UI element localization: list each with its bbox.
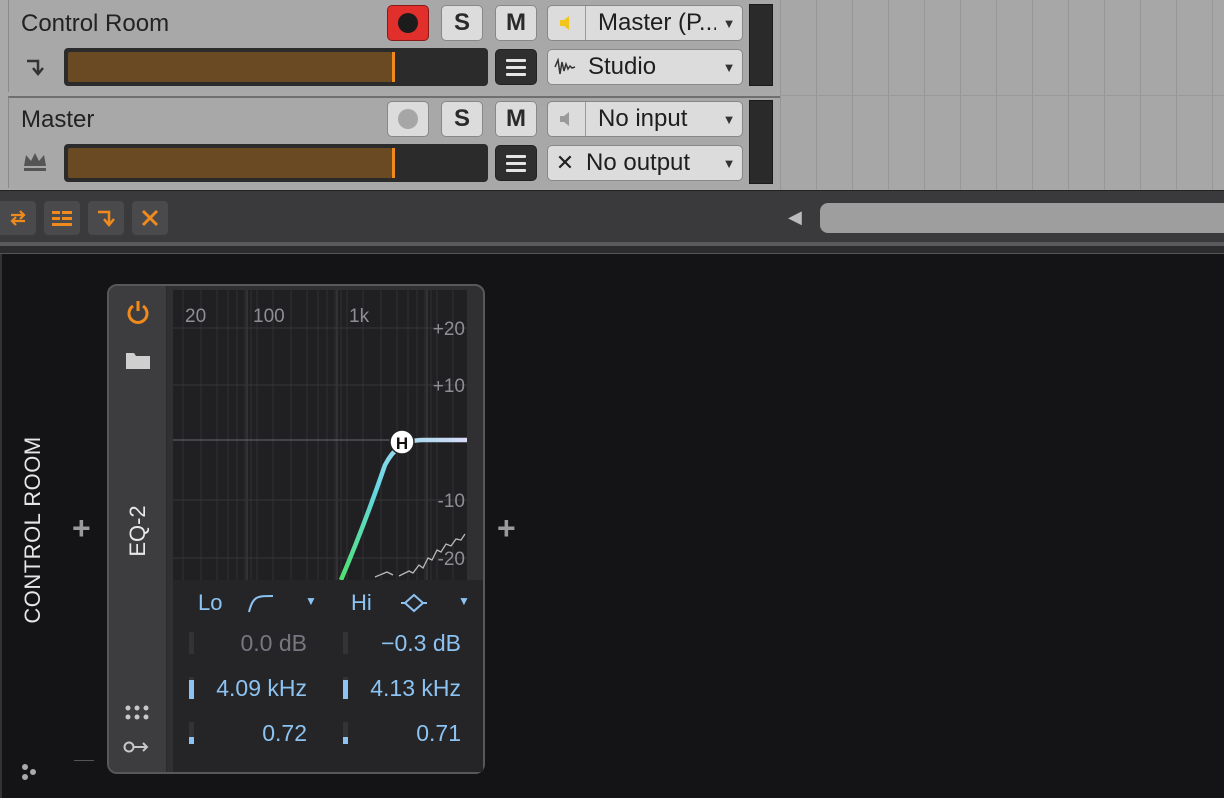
chevron-down-icon: ▼ (722, 111, 736, 127)
power-icon[interactable] (124, 298, 152, 326)
band-lo-type-dropdown[interactable]: ▼ (305, 594, 317, 608)
track-menu-button[interactable] (495, 49, 537, 85)
record-arm-button[interactable] (387, 5, 429, 41)
chevron-down-icon: ▼ (722, 15, 736, 31)
band-hi-frequency[interactable]: 4.13 kHz (351, 675, 461, 702)
band-hi-freq-meter (343, 677, 348, 699)
input-selector-label: Master (P... (598, 9, 716, 36)
chevron-down-icon: ▼ (722, 155, 736, 171)
band-hi-q[interactable]: 0.71 (351, 720, 461, 747)
close-icon[interactable] (132, 201, 168, 235)
band-lo-gain-meter (189, 632, 194, 654)
output-selector-label: Studio (588, 53, 657, 80)
input-selector[interactable]: No input ▼ (547, 101, 743, 137)
freq-tick: 1k (349, 306, 370, 327)
db-tick: -10 (438, 491, 465, 512)
speaker-muted-icon (548, 102, 586, 136)
track-name: Master (21, 106, 95, 133)
arranger-row-divider (780, 95, 1224, 96)
output-selector[interactable]: ✕ No output ▼ (547, 145, 743, 181)
swap-arrows-icon[interactable] (0, 201, 36, 235)
crown-icon (21, 148, 49, 174)
input-selector[interactable]: Master (P... ▼ (547, 5, 743, 41)
db-tick: +20 (433, 319, 465, 340)
track-level-meter[interactable] (64, 144, 488, 182)
device-header: EQ-2 (109, 286, 167, 772)
record-dot-icon (398, 109, 418, 129)
horizontal-scrollbar[interactable] (820, 203, 1224, 233)
mute-button[interactable]: M (495, 5, 537, 41)
freq-tick: 100 (253, 306, 285, 327)
scroll-left-icon[interactable]: ◀ (788, 207, 802, 228)
folder-icon[interactable] (125, 350, 151, 370)
eq-response-graph[interactable]: H 20 100 1k +20 +10 -10 -20 (173, 290, 467, 580)
grid-dots-icon[interactable] (125, 704, 151, 727)
route-down-icon[interactable] (88, 201, 124, 235)
output-selector[interactable]: Studio ▼ (547, 49, 743, 85)
band-hi-gain-meter (343, 632, 348, 654)
track-vu-meter (749, 4, 773, 86)
meter-fill (68, 148, 392, 178)
waveform-icon (548, 58, 582, 76)
chevron-down-icon: ▼ (722, 59, 736, 75)
track-routing-icon (21, 54, 49, 80)
record-dot-icon (398, 13, 418, 33)
solo-button[interactable]: S (441, 101, 483, 137)
add-device-before-button[interactable]: + (72, 510, 91, 547)
freq-tick: 20 (185, 306, 206, 327)
solo-button[interactable]: S (441, 5, 483, 41)
chain-end-marker (74, 760, 94, 761)
band-lo-freq-meter (189, 677, 194, 699)
output-selector-label: No output (586, 149, 691, 176)
bell-shape-icon[interactable] (399, 592, 429, 619)
input-selector-label: No input (598, 105, 688, 132)
band-lo-frequency[interactable]: 4.09 kHz (197, 675, 307, 702)
meter-peak-marker (392, 148, 395, 178)
band-lo-label: Lo (198, 590, 223, 615)
chain-label: CONTROL ROOM (18, 430, 48, 630)
band-hi-q-meter (343, 722, 348, 744)
track-control-room[interactable]: Control Room S M Master (P... ▼ Studio ▼ (8, 0, 780, 92)
record-arm-button[interactable] (387, 101, 429, 137)
track-name: Control Room (21, 10, 170, 37)
device-panel-toolbar: ◀ (0, 190, 1224, 242)
band-lo-q[interactable]: 0.72 (197, 720, 307, 747)
band-hi-label: Hi (351, 590, 372, 615)
band-hi-type-dropdown[interactable]: ▼ (458, 594, 470, 608)
band-hi-gain[interactable]: −0.3 dB (351, 630, 461, 657)
meter-peak-marker (392, 52, 395, 82)
eq-band-controls: Lo ▼ Hi ▼ 0.0 dB −0.3 dB 4.09 kHz 4.13 k… (173, 580, 483, 772)
panel-divider-shadow (0, 246, 1224, 254)
meter-fill (68, 52, 392, 82)
eq2-device[interactable]: EQ-2 H 20 100 1k +20 +10 -10 -20 Lo ▼ Hi… (107, 284, 485, 774)
eq-node-label[interactable]: H (396, 434, 408, 453)
lowcut-shape-icon[interactable] (247, 592, 275, 619)
device-list-icon[interactable] (44, 201, 80, 235)
eq-graph-svg[interactable]: H 20 100 1k +20 +10 -10 -20 (173, 290, 467, 580)
band-lo-gain[interactable]: 0.0 dB (197, 630, 308, 657)
speaker-icon (548, 6, 586, 40)
x-icon: ✕ (555, 150, 575, 175)
chain-options-icon[interactable] (20, 762, 42, 787)
device-name-text: EQ-2 (125, 505, 150, 557)
mute-button[interactable]: M (495, 101, 537, 137)
track-master[interactable]: Master S M No input ▼ ✕ No output ▼ (8, 96, 780, 188)
db-tick: -20 (438, 549, 465, 570)
band-lo-q-meter (189, 722, 194, 744)
track-menu-button[interactable] (495, 145, 537, 181)
track-level-meter[interactable] (64, 48, 488, 86)
track-vu-meter (749, 100, 773, 184)
chain-label-text: CONTROL ROOM (20, 436, 45, 624)
db-tick: +10 (433, 376, 465, 397)
add-device-after-button[interactable]: + (497, 510, 516, 547)
key-modulator-icon[interactable] (123, 738, 151, 761)
